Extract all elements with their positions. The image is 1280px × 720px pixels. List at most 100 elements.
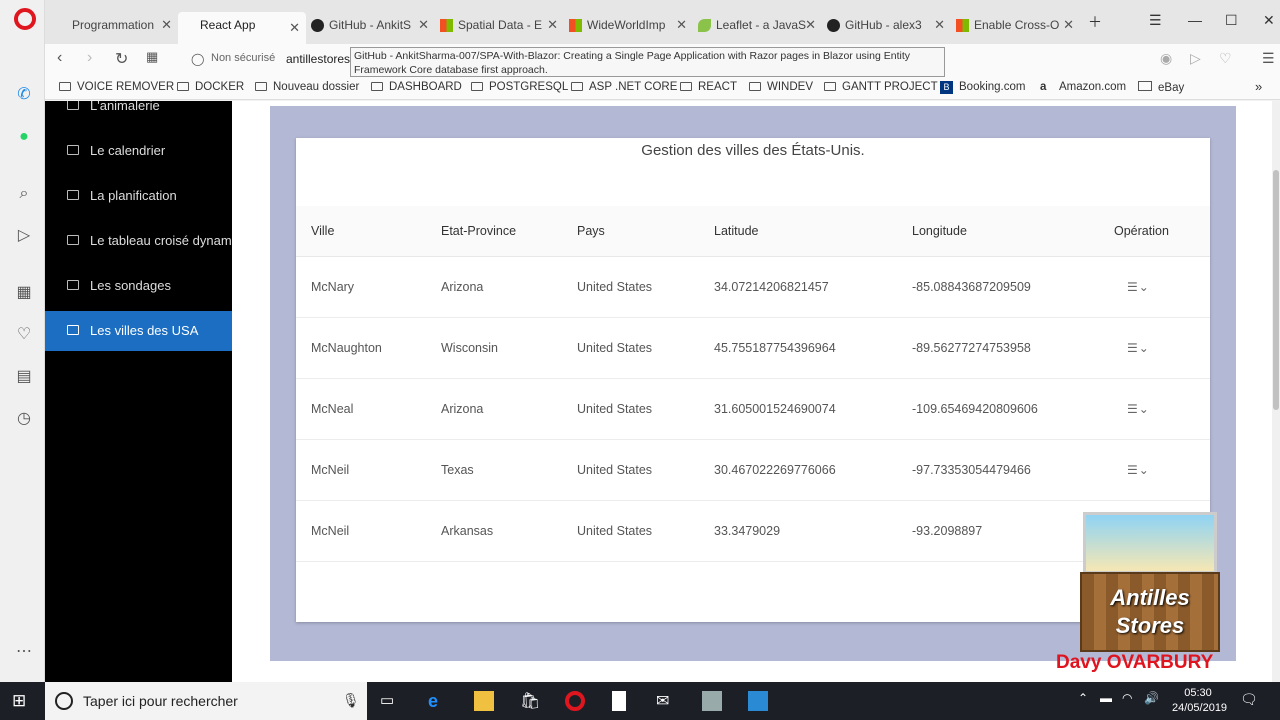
tab-menu-icon[interactable]: ☰ (1149, 12, 1162, 29)
close-icon[interactable]: ✕ (418, 12, 429, 38)
scrollbar-thumb[interactable] (1273, 170, 1279, 410)
sidebar-item-calendrier[interactable]: Le calendrier (45, 131, 232, 171)
notifications-icon[interactable]: 🗨 (1240, 691, 1260, 711)
mail-icon[interactable]: ✉ (656, 691, 676, 711)
app-icon[interactable] (748, 691, 768, 711)
news-icon[interactable]: ▤ (14, 367, 34, 387)
more-bookmarks-icon[interactable]: » (1255, 79, 1262, 94)
close-icon[interactable]: ✕ (676, 12, 687, 38)
column-header-etat[interactable]: Etat-Province (426, 206, 562, 257)
column-header-ville[interactable]: Ville (296, 206, 426, 257)
history-icon[interactable]: ◷ (14, 409, 34, 429)
bookmark-windev[interactable]: WINDEV (749, 81, 813, 93)
taskbar-search[interactable]: Taper ici pour rechercher 🎙 (45, 682, 367, 720)
bookmark-booking[interactable]: B Booking.com (940, 81, 1025, 94)
page-title: Gestion des villes des États-Unis. (641, 142, 865, 159)
table-row[interactable]: McNeal Arizona United States 31.60500152… (296, 378, 1210, 440)
row-menu-icon[interactable]: ☰⌄ (1127, 463, 1150, 477)
heart-icon[interactable]: ♡ (1219, 50, 1232, 67)
bookmark-dashboard[interactable]: DASHBOARD (371, 81, 462, 93)
table-row[interactable]: McNaughton Wisconsin United States 45.75… (296, 317, 1210, 379)
sidebar-item-villes-usa[interactable]: Les villes des USA (45, 311, 232, 351)
bookmark-label: GANTT PROJECT (842, 81, 938, 93)
sidebar-item-sondages[interactable]: Les sondages (45, 266, 232, 306)
opera-menu-icon[interactable] (14, 8, 36, 30)
row-menu-icon[interactable]: ☰⌄ (1127, 402, 1150, 416)
back-icon[interactable]: ‹ (57, 49, 62, 67)
maximize-icon[interactable]: ☐ (1225, 12, 1238, 29)
row-menu-icon[interactable]: ☰⌄ (1127, 280, 1150, 294)
tab-enable-cross[interactable]: Enable Cross-O ✕ (952, 12, 1080, 40)
column-header-latitude[interactable]: Latitude (699, 206, 897, 257)
cell-longitude: -85.08843687209509 (897, 256, 1099, 318)
bookmark-asp-net-core[interactable]: ASP .NET CORE (571, 81, 677, 93)
sidebar-item-animalerie[interactable]: L'animalerie (45, 101, 232, 126)
cell-latitude: 30.467022269776066 (699, 439, 897, 501)
messenger-icon[interactable]: ✆ (14, 85, 34, 105)
table-row[interactable]: McNary Arizona United States 34.07214206… (296, 256, 1210, 318)
tab-label: Programmation (72, 18, 155, 32)
task-view-icon[interactable]: ▭ (380, 691, 400, 711)
whatsapp-icon[interactable]: ● (14, 127, 34, 147)
table-row[interactable]: McNeil Arkansas United States 33.3479029… (296, 500, 1210, 562)
new-tab-icon[interactable]: ＋ (1088, 12, 1102, 32)
app-icon[interactable] (702, 691, 722, 711)
reload-icon[interactable]: ↻ (115, 49, 128, 69)
tab-wideworld[interactable]: WideWorldImp ✕ (565, 12, 693, 40)
opera-icon[interactable] (565, 691, 585, 711)
more-icon[interactable]: ⋯ (14, 642, 34, 662)
table-row[interactable]: McNeil Texas United States 30.4670222697… (296, 439, 1210, 501)
column-header-longitude[interactable]: Longitude (897, 206, 1099, 257)
bookmark-label: Amazon.com (1059, 81, 1127, 93)
system-clock[interactable]: 05:30 24/05/2019 (1172, 686, 1227, 716)
url-field[interactable]: antillestores (286, 52, 350, 66)
network-icon[interactable]: ◠ (1122, 691, 1142, 711)
close-icon[interactable]: ✕ (547, 12, 558, 38)
bookmark-gantt-project[interactable]: GANTT PROJECT (824, 81, 938, 93)
speed-dial-icon[interactable]: ▦ (14, 283, 34, 303)
close-icon[interactable]: ✕ (934, 12, 945, 38)
row-menu-icon[interactable]: ☰⌄ (1127, 341, 1150, 355)
bookmark-docker[interactable]: DOCKER (177, 81, 244, 93)
store-icon[interactable]: 🛍 (520, 691, 540, 711)
search-icon[interactable]: ⌕ (14, 184, 34, 204)
bookmark-nouveau-dossier[interactable]: Nouveau dossier (255, 81, 359, 93)
heart-icon[interactable]: ♡ (14, 325, 34, 345)
bookmark-ebay[interactable]: eBay (1138, 81, 1184, 94)
tab-spatial-data[interactable]: Spatial Data - E ✕ (436, 12, 564, 40)
edge-icon[interactable]: e (428, 691, 448, 711)
ebay-icon (1138, 81, 1152, 91)
tab-github-alex[interactable]: GitHub - alex3 ✕ (823, 12, 951, 40)
close-icon[interactable]: ✕ (289, 15, 300, 41)
tab-leaflet[interactable]: Leaflet - a JavaS ✕ (694, 12, 822, 40)
forward-icon[interactable]: › (87, 49, 92, 67)
easy-setup-icon[interactable]: ☰ (1262, 50, 1275, 67)
speed-dial-icon[interactable]: ▦ (146, 49, 158, 65)
bookmark-amazon[interactable]: a Amazon.com (1040, 81, 1126, 93)
bookmark-voice-remover[interactable]: VOICE REMOVER (59, 81, 174, 93)
close-icon[interactable]: ✕ (805, 12, 816, 38)
minimize-icon[interactable]: — (1188, 12, 1202, 28)
volume-icon[interactable]: 🔊 (1144, 691, 1164, 711)
send-icon[interactable]: ▷ (14, 226, 34, 246)
close-window-icon[interactable]: ✕ (1263, 12, 1275, 29)
battery-icon[interactable]: ▬ (1100, 691, 1120, 711)
tab-github-ankit[interactable]: GitHub - AnkitS ✕ (307, 12, 435, 40)
send-icon[interactable]: ▷ (1190, 50, 1201, 67)
tab-react-app[interactable]: React App ✕ (178, 12, 306, 44)
sidebar-item-tableau-croise[interactable]: Le tableau croisé dynamique (45, 221, 232, 261)
bookmark-react[interactable]: REACT (680, 81, 737, 93)
file-explorer-icon[interactable] (474, 691, 494, 711)
chevron-up-icon[interactable]: ⌃ (1078, 691, 1098, 711)
close-icon[interactable]: ✕ (1063, 12, 1074, 38)
tab-programmation[interactable]: Programmation ✕ (50, 12, 178, 40)
document-icon[interactable] (612, 691, 626, 711)
bookmark-postgresql[interactable]: POSTGRESQL (471, 81, 568, 93)
nav-icon (67, 101, 79, 110)
sidebar-item-planification[interactable]: La planification (45, 176, 232, 216)
column-header-pays[interactable]: Pays (562, 206, 699, 257)
close-icon[interactable]: ✕ (161, 12, 172, 38)
microphone-icon[interactable]: 🎙 (342, 692, 360, 709)
windows-start-icon[interactable]: ⊞ (12, 691, 32, 711)
camera-icon[interactable]: ◉ (1160, 50, 1172, 67)
